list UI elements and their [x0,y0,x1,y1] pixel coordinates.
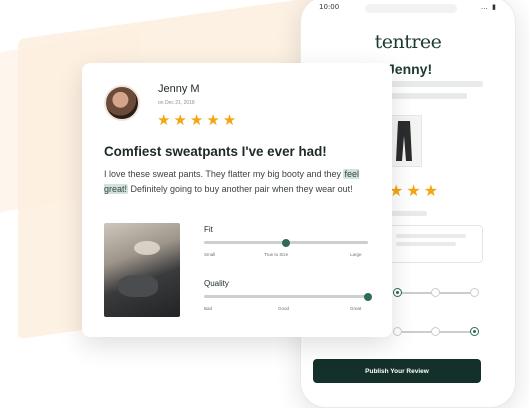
quality-label: Quality [204,279,229,288]
review-photo[interactable] [104,223,180,317]
placeholder-line [387,93,467,99]
phone-notch [365,4,457,13]
greeting: Jenny! [387,61,433,77]
status-bar: 10:00 … ▮ [319,3,497,15]
quality-tick-label: Good [278,306,290,311]
phone-quality-option[interactable] [470,327,479,336]
signal-battery-icon: … ▮ [480,3,497,11]
status-time: 10:00 [319,3,340,11]
phone-quality-option[interactable] [393,327,402,336]
avatar [104,85,140,121]
fit-tick-label: Large [350,252,362,257]
review-body-text: I love these sweat pants. They flatter m… [104,169,344,179]
placeholder-line [387,81,483,87]
fit-label: Fit [204,225,213,234]
placeholder-line [396,234,466,238]
review-card: Jenny M on Dec 21, 2018 ★★★★★ Comfiest s… [82,63,392,337]
review-body-text: Definitely going to buy another pair whe… [128,184,353,194]
brand-logo: tentree [374,31,442,53]
quality-tick-label: Bad [204,306,213,311]
phone-quality-option[interactable] [431,327,440,336]
fit-tick-label: True to Size [264,252,289,257]
phone-fit-option[interactable] [431,288,440,297]
review-title: Comfiest sweatpants I've ever had! [104,144,327,159]
star-rating: ★★★★★ [157,112,240,129]
phone-review-textbox[interactable] [387,225,483,263]
placeholder-line [396,242,456,246]
fit-slider-knob[interactable] [282,238,290,247]
phone-fit-option[interactable] [470,288,479,297]
review-date: on Dec 21, 2018 [158,100,195,106]
review-body: I love these sweat pants. They flatter m… [104,167,374,197]
fit-tick-label: Small [204,252,216,257]
quality-slider-track[interactable] [204,295,368,298]
publish-review-button[interactable]: Publish Your Review [313,359,481,383]
placeholder-line [387,211,427,216]
sweatpants-icon [396,121,412,161]
quality-tick-label: Great [350,306,362,311]
phone-fit-option[interactable] [393,288,402,297]
quality-slider-knob[interactable] [364,292,372,301]
reviewer-name: Jenny M [158,83,200,95]
phone-rating-stars[interactable]: ★★★ [389,181,441,201]
